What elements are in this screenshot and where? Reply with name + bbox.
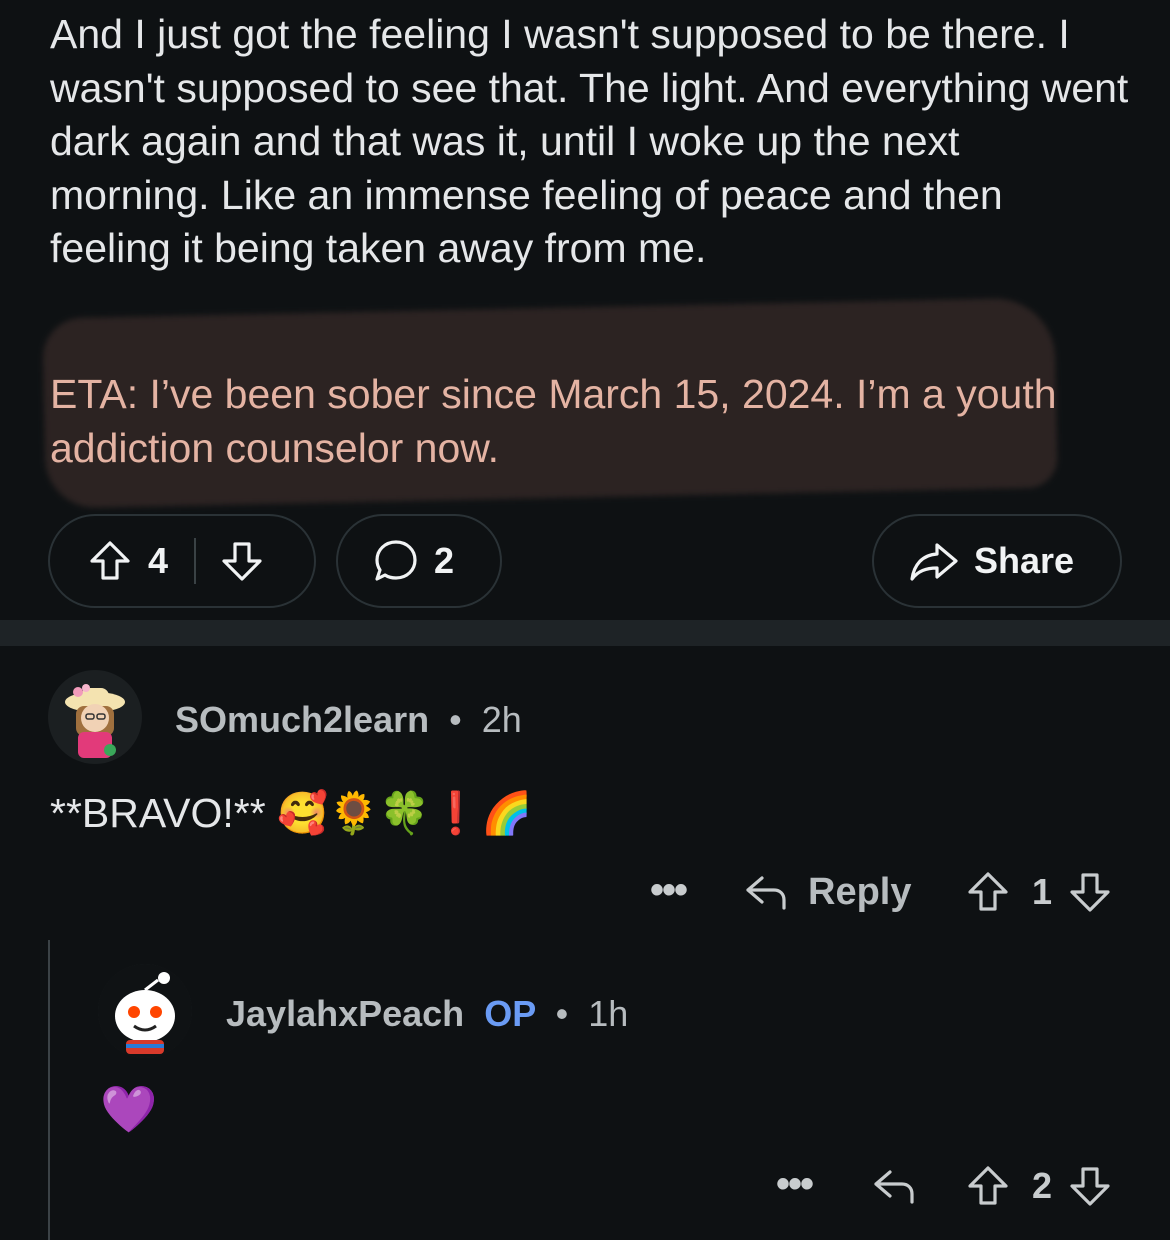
share-arrow-icon (908, 537, 960, 585)
more-options-button[interactable]: ••• (650, 868, 688, 913)
upvote-icon[interactable] (86, 537, 134, 585)
speech-bubble-icon (372, 537, 420, 585)
reply-arrow-icon (870, 1162, 918, 1210)
comment-time: 2h (481, 699, 522, 740)
avatar[interactable] (98, 964, 192, 1058)
section-separator (0, 620, 1170, 646)
reply-button[interactable]: Reply (742, 868, 911, 916)
comment-time: 1h (588, 993, 629, 1034)
ellipsis-icon: ••• (776, 1162, 814, 1206)
thread-line[interactable] (48, 940, 50, 1240)
vote-divider (194, 538, 197, 584)
downvote-icon[interactable] (1066, 868, 1114, 916)
separator-dot: • (555, 993, 569, 1034)
op-badge: OP (484, 993, 536, 1034)
reply-arrow-icon (742, 868, 790, 916)
username[interactable]: JaylahxPeach (226, 993, 464, 1034)
separator-dot: • (449, 699, 462, 740)
eta-text: ETA: I’ve been sober since March 15, 202… (50, 371, 1057, 471)
reply-button[interactable] (870, 1162, 918, 1210)
share-label: Share (974, 540, 1075, 581)
username[interactable]: SOmuch2learn (175, 699, 429, 740)
eta-note: ETA: I’ve been sober since March 15, 202… (42, 297, 1060, 509)
post-comment-count: 2 (434, 540, 455, 581)
comment-vote-bar: 2 (964, 1162, 1114, 1210)
downvote-icon[interactable] (218, 537, 266, 585)
avatar[interactable] (48, 670, 142, 764)
comment-author[interactable]: SOmuch2learn • 2h (175, 699, 522, 741)
comment-vote-count: 2 (1032, 1165, 1053, 1206)
post-body-text: And I just got the feeling I wasn't supp… (50, 11, 1129, 271)
comment-text: **BRAVO!** 🥰🌻🍀❗️🌈 (50, 790, 533, 836)
comment-vote-count: 1 (1032, 871, 1053, 912)
comment-vote-bar: 1 (964, 868, 1114, 916)
reply-label: Reply (808, 870, 912, 913)
upvote-icon[interactable] (964, 1162, 1012, 1210)
more-options-button[interactable]: ••• (776, 1162, 814, 1207)
post-vote-count: 4 (148, 540, 169, 581)
comment-author[interactable]: JaylahxPeach OP • 1h (226, 993, 628, 1035)
post-vote-bar: 4 (48, 514, 316, 608)
downvote-icon[interactable] (1066, 1162, 1114, 1210)
upvote-icon[interactable] (964, 868, 1012, 916)
ellipsis-icon: ••• (650, 868, 688, 912)
post-comments-button[interactable]: 2 (336, 514, 502, 608)
share-button[interactable]: Share (872, 514, 1122, 608)
comment-text: 💜 (100, 1083, 158, 1135)
